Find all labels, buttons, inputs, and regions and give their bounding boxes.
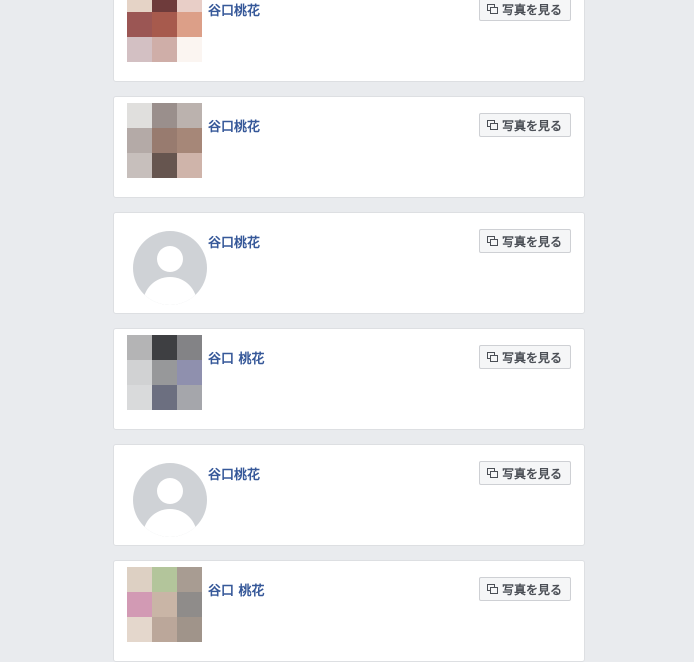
avatar-pixel [127,360,152,385]
photos-icon [486,236,498,246]
avatar-pixel [177,617,202,642]
avatar-pixel [127,617,152,642]
avatar-pixel [177,103,202,128]
avatar-pixel [152,0,177,12]
photos-icon [486,468,498,478]
avatar-pixel [127,12,152,37]
default-user-icon [133,463,207,537]
view-photos-button[interactable]: 写真を見る [478,0,571,21]
photos-icon [486,120,498,130]
view-photos-button[interactable]: 写真を見る [478,345,571,369]
avatar-photo [127,335,202,410]
avatar-pixel [152,567,177,592]
avatar-pixel [177,153,202,178]
avatar-pixel [127,103,152,128]
avatar-pixel [127,592,152,617]
view-photos-label: 写真を見る [501,582,562,597]
avatar-photo [127,0,202,62]
photos-icon [486,4,498,14]
avatar-pixel [152,37,177,62]
result-card: 谷口 桃花 写真を見る [113,560,585,662]
avatar-pixel [127,385,152,410]
avatar-pixel [127,37,152,62]
photos-icon [486,584,498,594]
result-card: 谷口 桃花 写真を見る [113,328,585,430]
avatar-pixel [177,128,202,153]
view-photos-label: 写真を見る [501,118,562,133]
avatar-pixel [152,592,177,617]
avatar-pixel [127,128,152,153]
avatar[interactable] [121,103,205,187]
avatar-pixel [177,37,202,62]
view-photos-label: 写真を見る [501,466,562,481]
avatar[interactable] [121,219,207,305]
person-name-link[interactable]: 谷口 桃花 [208,580,265,599]
person-name-link[interactable]: 谷口桃花 [208,232,260,251]
avatar[interactable] [121,335,205,419]
avatar[interactable] [121,0,205,71]
result-card: 谷口桃花 写真を見る [113,0,585,82]
avatar[interactable] [121,567,205,651]
avatar-pixel [127,0,152,12]
result-card: 谷口桃花 写真を見る [113,96,585,198]
view-photos-button[interactable]: 写真を見る [478,577,571,601]
photos-icon [486,352,498,362]
person-name-link[interactable]: 谷口桃花 [208,0,260,19]
avatar-pixel [152,360,177,385]
avatar-pixel [177,335,202,360]
avatar-pixel [152,128,177,153]
view-photos-label: 写真を見る [501,234,562,249]
view-photos-button[interactable]: 写真を見る [478,113,571,137]
avatar-pixel [177,0,202,12]
result-card: 谷口桃花 写真を見る [113,444,585,546]
view-photos-button[interactable]: 写真を見る [478,461,571,485]
avatar-pixel [152,335,177,360]
avatar-photo [127,103,202,178]
avatar-pixel [177,567,202,592]
default-user-icon [133,231,207,305]
avatar-pixel [177,385,202,410]
avatar-pixel [152,385,177,410]
view-photos-button[interactable]: 写真を見る [478,229,571,253]
avatar-photo [127,567,202,642]
avatar-pixel [152,103,177,128]
view-photos-label: 写真を見る [501,2,562,17]
result-card: 谷口桃花 写真を見る [113,212,585,314]
person-name-link[interactable]: 谷口桃花 [208,464,260,483]
avatar-pixel [152,12,177,37]
person-name-link[interactable]: 谷口桃花 [208,116,260,135]
avatar-pixel [152,617,177,642]
avatar-pixel [177,592,202,617]
view-photos-label: 写真を見る [501,350,562,365]
person-name-link[interactable]: 谷口 桃花 [208,348,265,367]
avatar-pixel [177,360,202,385]
avatar-pixel [177,12,202,37]
avatar-pixel [127,567,152,592]
avatar-pixel [127,335,152,360]
avatar-pixel [152,153,177,178]
avatar[interactable] [121,451,207,537]
avatar-pixel [127,153,152,178]
